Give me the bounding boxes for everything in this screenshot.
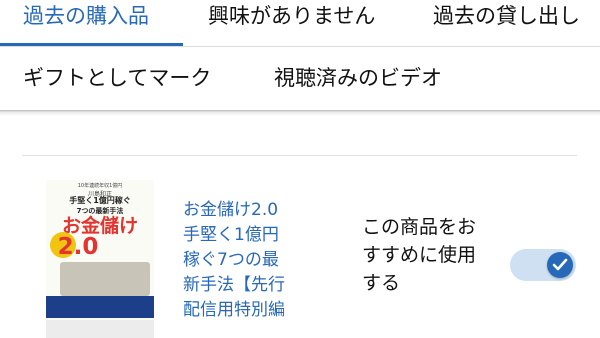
item-divider	[22, 155, 577, 156]
cover-footer	[46, 320, 154, 338]
title-line: 新手法【先行	[183, 275, 285, 295]
cover-subtitle-1: 手堅く1億円稼ぐ	[69, 196, 131, 205]
book-cover-image[interactable]: 10年連続年収1億円 川島和正 手堅く1億円稼ぐ 7つの最新手法 お金儲け 2.…	[46, 180, 154, 338]
tab-past-purchases[interactable]: 過去の購入品	[23, 2, 149, 30]
cover-number: 2.0	[57, 234, 99, 260]
recommend-toggle[interactable]	[510, 249, 576, 281]
cover-band	[46, 296, 154, 318]
tab-past-loans[interactable]: 過去の貸し出し	[433, 2, 580, 30]
recommend-label-line: すすめに使用	[362, 244, 477, 266]
toggle-knob	[547, 252, 573, 278]
recommend-label-line: この商品をお	[362, 216, 477, 238]
check-icon	[552, 258, 568, 271]
tab-not-interested[interactable]: 興味がありません	[208, 2, 375, 30]
tab-bar-primary: 過去の購入品 興味がありません 過去の貸し出し	[0, 0, 600, 47]
cover-photo	[60, 262, 150, 296]
tab-marked-as-gift[interactable]: ギフトとしてマーク	[23, 64, 211, 92]
product-title-link[interactable]: お金儲け2.0 手堅く1億円 稼ぐ7つの最 新手法【先行 配信用特別編	[183, 198, 333, 323]
tab-bar-secondary: ギフトとしてマーク 視聴済みのビデオ	[0, 50, 600, 110]
tab-watched-videos[interactable]: 視聴済みのビデオ	[274, 64, 442, 92]
title-line: 手堅く1億円	[183, 225, 279, 245]
title-line: 配信用特別編	[183, 300, 285, 320]
cover-top-text: 10年連続年収1億円	[77, 183, 123, 189]
tab-bar-shadow	[0, 110, 600, 116]
recommend-label-line: する	[362, 272, 401, 294]
title-line: 稼ぐ7つの最	[183, 250, 279, 270]
recommend-label: この商品をお すすめに使用 する	[362, 213, 507, 297]
tab-bar-divider	[0, 46, 600, 47]
title-line: お金儲け2.0	[183, 200, 279, 220]
